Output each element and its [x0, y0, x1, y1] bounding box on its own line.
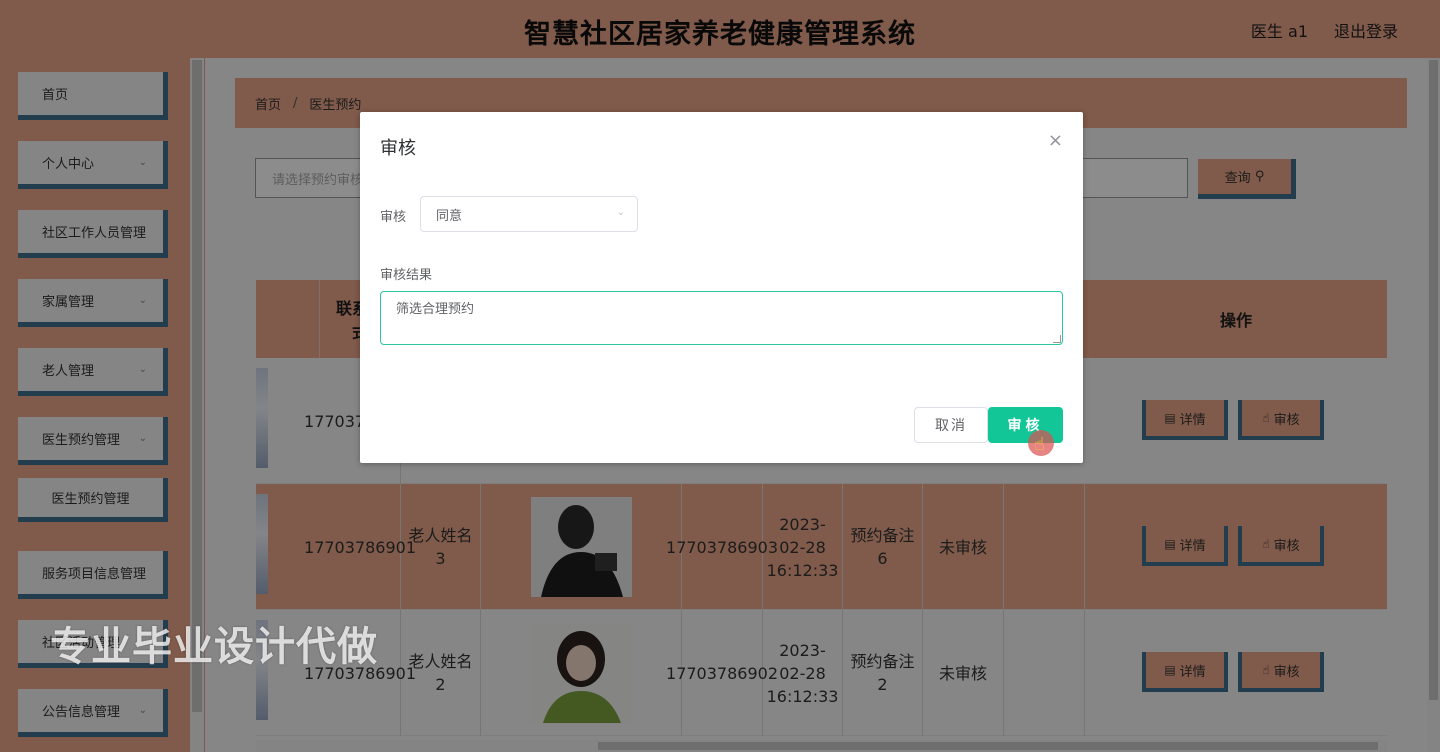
resize-handle[interactable]: [1053, 335, 1061, 343]
audit-field-label: 审核: [380, 210, 407, 225]
audit-select-value: 同意: [436, 208, 463, 224]
chevron-down-icon: ⌄: [616, 207, 625, 218]
audit-result-value: 筛选合理预约: [396, 302, 475, 317]
watermark-text: 专业毕业设计代做: [50, 624, 378, 670]
audit-result-label: 审核结果: [380, 268, 433, 283]
close-icon[interactable]: ×: [1048, 130, 1063, 151]
audit-select[interactable]: 同意 ⌄: [420, 196, 638, 232]
hand-cursor-icon: ☝: [1034, 434, 1045, 455]
audit-dialog: 审核 × 审核 同意 ⌄ 审核结果 筛选合理预约 取消 审核 ☝: [360, 112, 1083, 463]
audit-result-textarea[interactable]: 筛选合理预约: [380, 291, 1063, 345]
cancel-button[interactable]: 取消: [914, 407, 988, 443]
dialog-title: 审核: [380, 138, 416, 159]
